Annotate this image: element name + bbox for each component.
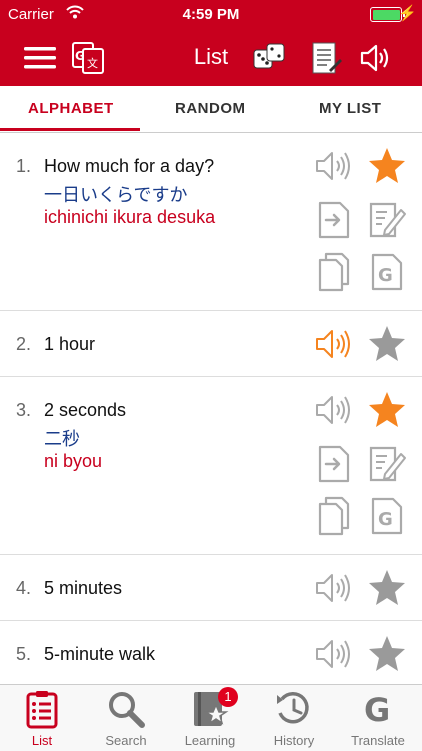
google-translate-icon[interactable]: G <box>367 496 407 536</box>
copy-icon[interactable] <box>314 496 354 536</box>
star-icon[interactable] <box>367 634 407 674</box>
speaker-icon[interactable] <box>358 40 394 76</box>
active-tab-indicator <box>0 128 140 131</box>
item-number: 3. <box>16 400 32 420</box>
bottom-tab-bar: List Search 1 Learning History G Transla… <box>0 684 422 751</box>
tab-history[interactable]: History <box>252 685 336 751</box>
item-number: 2. <box>16 334 32 354</box>
tab-label: History <box>273 733 315 748</box>
tab-list[interactable]: List <box>0 685 84 751</box>
list-item[interactable]: 2. 1 hour <box>0 310 422 377</box>
speaker-icon[interactable] <box>314 146 354 186</box>
nav-bar: G 文 List <box>0 30 422 86</box>
list-item[interactable]: 1. How much for a day? 一日いくらですか ichinich… <box>0 132 422 311</box>
google-translate-icon[interactable]: G <box>367 252 407 292</box>
star-icon[interactable] <box>367 146 407 186</box>
tab-translate[interactable]: G Translate <box>336 685 420 751</box>
tab-search[interactable]: Search <box>84 685 168 751</box>
list-item[interactable]: 5. 5-minute walk <box>0 620 422 684</box>
magnifier-icon <box>109 692 145 728</box>
item-english: 5 minutes <box>44 578 123 598</box>
svg-text:G: G <box>364 691 390 729</box>
status-bar: Carrier 4:59 PM ⚡ <box>0 0 422 30</box>
tab-my-list[interactable]: MY LIST <box>319 100 381 117</box>
tab-learning[interactable]: 1 Learning <box>168 685 252 751</box>
speaker-icon[interactable] <box>314 634 354 674</box>
clipboard-list-icon <box>26 691 58 729</box>
charging-bolt-icon: ⚡ <box>398 5 417 22</box>
item-number: 4. <box>16 578 32 598</box>
edit-note-icon[interactable] <box>367 444 407 484</box>
star-icon[interactable] <box>367 568 407 608</box>
item-number: 1. <box>16 156 32 176</box>
export-icon[interactable] <box>314 444 354 484</box>
export-icon[interactable] <box>314 200 354 240</box>
notification-badge: 1 <box>218 687 238 707</box>
list-mode-tabs: ALPHABET RANDOM MY LIST <box>0 86 422 133</box>
tab-label: List <box>31 733 53 748</box>
tab-label: Translate <box>351 733 405 748</box>
speaker-icon[interactable] <box>314 568 354 608</box>
google-g-icon: G <box>364 691 390 729</box>
item-english: 1 hour <box>44 334 96 354</box>
item-japanese: 二秒 <box>44 429 80 449</box>
item-english: 5-minute walk <box>44 644 156 664</box>
tab-alphabet[interactable]: ALPHABET <box>28 100 114 117</box>
copy-icon[interactable] <box>314 252 354 292</box>
speaker-icon[interactable] <box>314 390 354 430</box>
speaker-active-icon[interactable] <box>314 324 354 364</box>
svg-text:G: G <box>378 509 393 530</box>
document-list-icon[interactable] <box>307 40 343 76</box>
svg-text:G: G <box>378 265 393 286</box>
tab-label: Learning <box>184 733 236 748</box>
star-icon[interactable] <box>367 324 407 364</box>
tab-random[interactable]: RANDOM <box>175 100 246 117</box>
status-time: 4:59 PM <box>182 6 240 23</box>
list-item[interactable]: 4. 5 minutes <box>0 554 422 621</box>
item-japanese: 一日いくらですか <box>44 185 188 205</box>
item-number: 5. <box>16 644 32 664</box>
edit-note-icon[interactable] <box>367 200 407 240</box>
clock-history-icon <box>277 691 309 724</box>
list-item[interactable]: 3. 2 seconds 二秒 ni byou G <box>0 376 422 555</box>
tab-label: Search <box>105 733 147 748</box>
item-romaji: ichinichi ikura desuka <box>44 207 216 227</box>
dice-random-icon[interactable] <box>251 40 287 76</box>
item-english: 2 seconds <box>44 400 127 420</box>
item-romaji: ni byou <box>44 451 103 471</box>
battery-icon <box>370 7 405 22</box>
star-icon[interactable] <box>367 390 407 430</box>
item-english: How much for a day? <box>44 156 215 176</box>
